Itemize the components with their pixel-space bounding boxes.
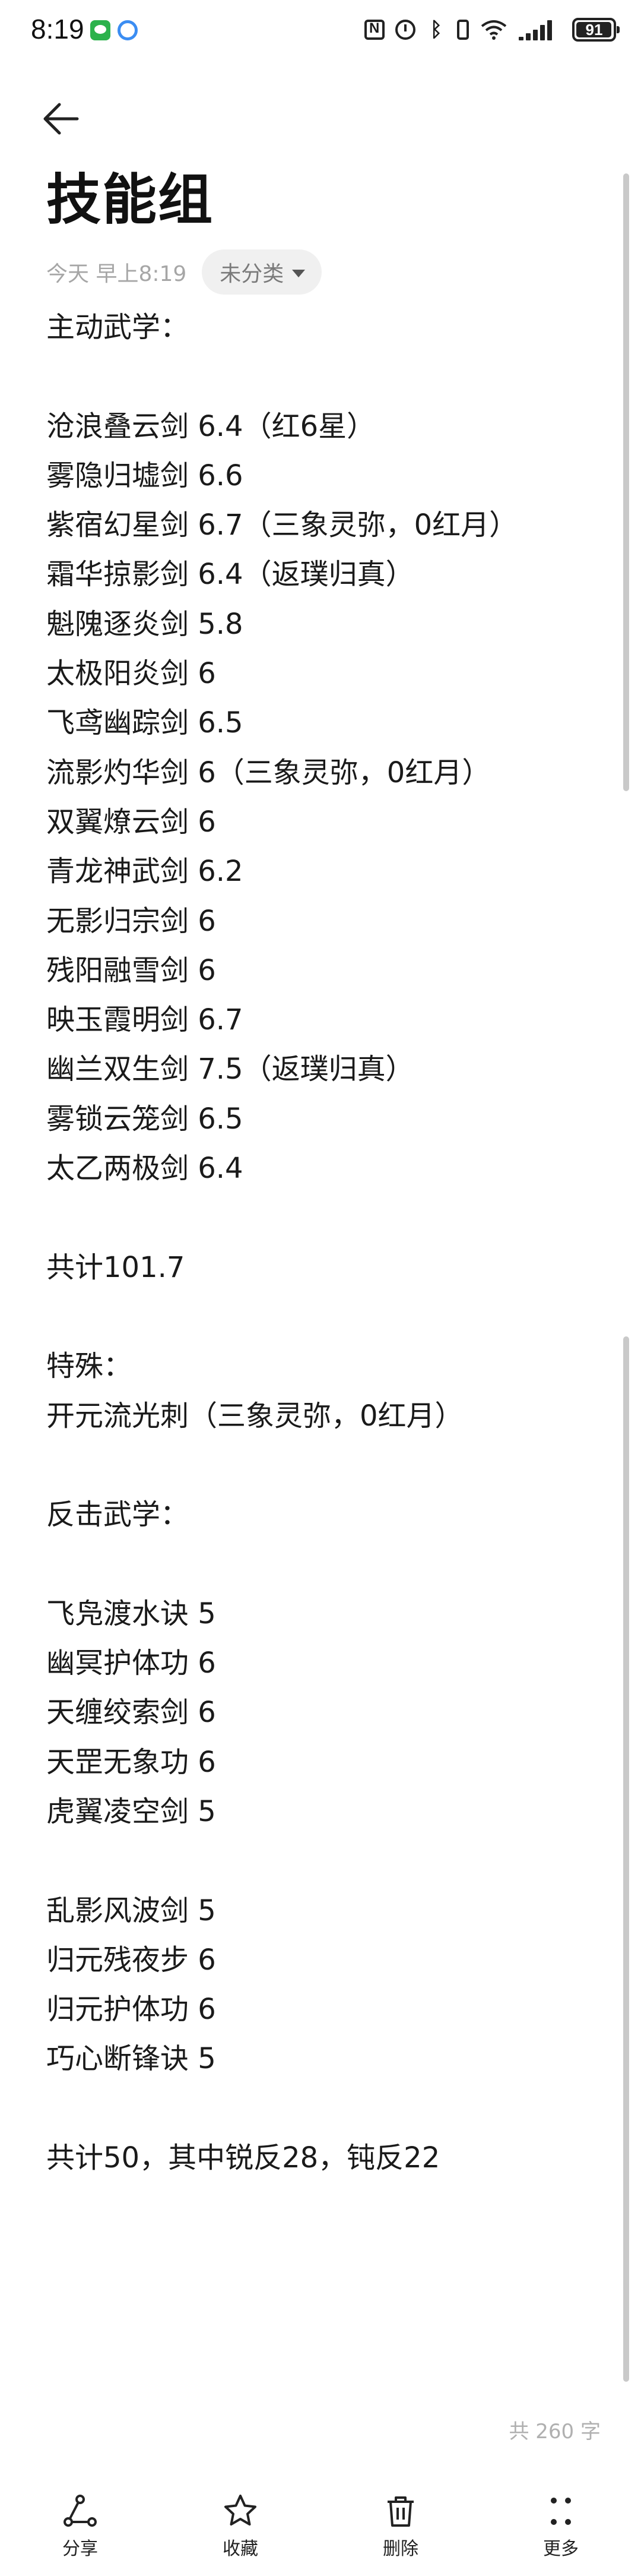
share-button[interactable]: 分享: [0, 2477, 160, 2576]
note-line: 流影灼华剑 6（三象灵弥，0红月）: [46, 756, 491, 789]
alarm-icon: [395, 20, 415, 40]
note-line: 天缠绞索剑 6: [46, 1696, 216, 1730]
favorite-button[interactable]: 收藏: [160, 2477, 320, 2576]
note-line: 雾锁云笼剑 6.5: [46, 1102, 243, 1136]
note-line: 乱影风波剑 5: [46, 1894, 216, 1927]
note-line: 巧心断锋诀 5: [46, 2042, 216, 2076]
note-line: 共计101.7: [46, 1250, 185, 1284]
note-line: 特殊：: [46, 1349, 132, 1383]
back-button[interactable]: [38, 95, 85, 143]
note-line: 霜华掠影剑 6.4（返璞归真）: [46, 558, 414, 592]
more-button[interactable]: 更多: [481, 2477, 641, 2576]
star-icon: [224, 2495, 256, 2526]
note-line: 沧浪叠云剑 6.4（红6星）: [46, 409, 376, 443]
delete-label: 删除: [383, 2539, 418, 2559]
note-line: 反击武学：: [46, 1498, 189, 1532]
more-dots-icon: [551, 2498, 571, 2525]
scrollbar-thumb[interactable]: [623, 173, 629, 791]
note-line: 无影归宗剑 6: [46, 904, 216, 938]
note-blank-line: [46, 352, 604, 402]
trash-icon: [388, 2496, 414, 2527]
note-line: 太极阳炎剑 6: [46, 657, 216, 691]
wechat-icon: [90, 20, 110, 40]
share-label: 分享: [62, 2539, 98, 2559]
app-notification-icon: [118, 20, 138, 40]
chevron-down-icon: [292, 269, 306, 277]
note-line: 双翼燎云剑 6: [46, 805, 216, 839]
note-line: 归元护体功 6: [46, 1993, 216, 2027]
note-content[interactable]: 主动武学： 沧浪叠云剑 6.4（红6星） 雾隐归墟剑 6.6 紫宿幻星剑 6.7（三象…: [46, 303, 604, 2183]
status-icons: ᛒ 91: [364, 14, 620, 45]
note-line: 雾隐归墟剑 6.6: [46, 459, 243, 492]
note-line: 飞鸢幽踪剑 6.5: [46, 706, 243, 740]
vibrate-icon: [457, 20, 469, 40]
note-line: 飞凫渡水诀 5: [46, 1597, 216, 1630]
note-line: 紫宿幻星剑 6.7（三象灵弥，0红月）: [46, 508, 518, 542]
note-line: 映玉霞明剑 6.7: [46, 1003, 243, 1037]
back-arrow-icon: [43, 103, 79, 135]
status-bar: 8:19 ᛒ 91: [0, 0, 641, 59]
share-icon: [64, 2495, 97, 2527]
note-meta: 今天 早上8:19 未分类: [46, 249, 322, 295]
status-time: 8:19: [31, 14, 84, 45]
note-blank-line: [46, 1441, 604, 1490]
note-line: 虎翼凌空剑 5: [46, 1794, 216, 1828]
note-line: 残阳融雪剑 6: [46, 953, 216, 987]
nfc-icon: [364, 20, 385, 40]
scrollbar-thumb-secondary[interactable]: [623, 1336, 629, 2382]
word-count: 共 260 字: [509, 2420, 601, 2444]
note-line: 幽兰双生剑 7.5（返璞归真）: [46, 1052, 414, 1086]
note-line: 青龙神武剑 6.2: [46, 855, 243, 889]
note-line: 开元流光刺（三象灵弥，0红月）: [46, 1399, 464, 1433]
bluetooth-icon: ᛒ: [430, 18, 443, 42]
note-date: 今天 早上8:19: [46, 262, 187, 286]
battery-icon: 91: [572, 18, 620, 42]
note-blank-line: [46, 1193, 604, 1243]
favorite-label: 收藏: [223, 2539, 258, 2559]
note-blank-line: [46, 1540, 604, 1589]
note-line: 共计50，其中锐反28，钝反22: [46, 2141, 440, 2174]
note-blank-line: [46, 1292, 604, 1342]
note-line: 幽冥护体功 6: [46, 1646, 216, 1680]
note-line: 太乙两极剑 6.4: [46, 1152, 243, 1186]
note-blank-line: [46, 2084, 604, 2134]
delete-button[interactable]: 删除: [320, 2477, 481, 2576]
bottom-toolbar: 分享 收藏 删除 更多: [0, 2477, 641, 2576]
note-line: 魁隗逐炎剑 5.8: [46, 607, 243, 641]
note-title[interactable]: 技能组: [46, 167, 214, 233]
note-line: 主动武学：: [46, 311, 189, 344]
signal-icon: [519, 19, 561, 40]
battery-level: 91: [585, 20, 603, 39]
note-line: 归元残夜步 6: [46, 1943, 216, 1977]
wifi-icon: [481, 20, 507, 40]
note-blank-line: [46, 1837, 604, 1886]
note-line: 天罡无象功 6: [46, 1745, 216, 1779]
more-label: 更多: [543, 2539, 579, 2559]
category-label: 未分类: [220, 262, 284, 286]
category-dropdown[interactable]: 未分类: [202, 249, 322, 295]
